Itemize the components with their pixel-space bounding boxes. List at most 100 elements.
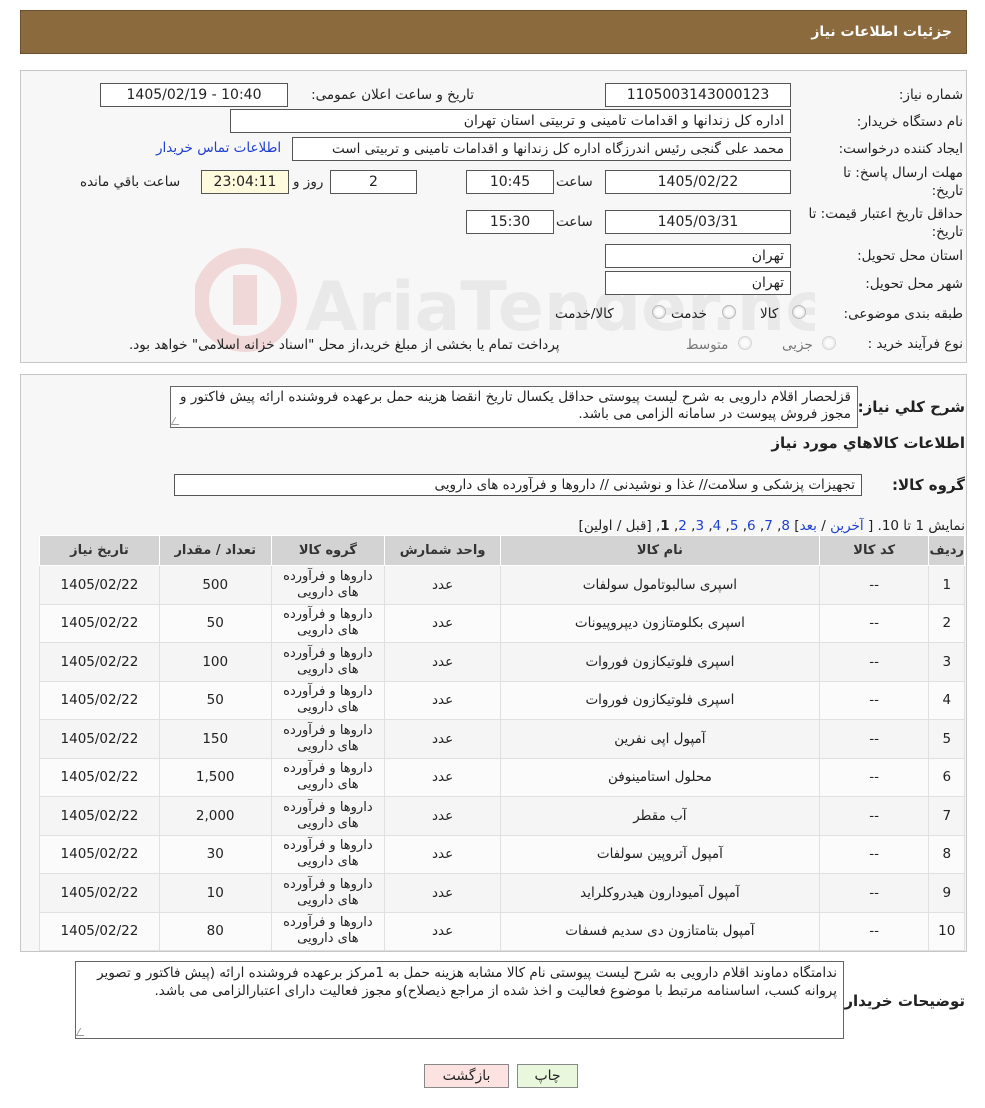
creator-field: محمد علی گنجی رئیس اندرزگاه اداره کل زند… (292, 137, 791, 161)
items-table: ردیف کد کالا نام کالا واحد شمارش گروه کا… (39, 535, 965, 951)
cell-row-number: 10 (928, 911, 965, 951)
cell-item-code: -- (818, 834, 930, 874)
cell-item-name: اسپری فلوتیکازون فوروات (499, 642, 820, 682)
group-label: گروه کالا: (892, 476, 965, 494)
page-link-4[interactable]: 4 (713, 518, 722, 534)
resize-grip-icon[interactable] (170, 417, 184, 425)
cell-item-name: اسپری سالبوتامول سولفات (499, 565, 820, 605)
validity-time-field: 15:30 (466, 210, 554, 234)
table-row: 7 -- آب مقطر عدد داروها و فرآورده های دا… (39, 796, 965, 836)
table-row: 3 -- اسپری فلوتیکازون فوروات عدد داروها … (39, 642, 965, 682)
cell-unit: عدد (384, 642, 501, 682)
process-note: پرداخت تمام یا بخشی از مبلغ خرید،از محل … (129, 337, 560, 353)
process-option-minor: جزیی (782, 337, 813, 353)
category-option-goods: کالا (760, 306, 779, 322)
city-label: شهر محل تحویل: (865, 276, 963, 292)
cell-need-date: 1405/02/22 (39, 603, 160, 643)
buyer-label: نام دستگاه خریدار: (856, 114, 963, 130)
cell-quantity: 2,000 (158, 796, 272, 836)
category-radio-service[interactable] (722, 305, 736, 319)
table-row: 5 -- آمپول اپی نفرین عدد داروها و فرآورد… (39, 719, 965, 759)
cell-item-code: -- (818, 565, 930, 605)
cell-row-number: 1 (928, 565, 965, 605)
cell-need-date: 1405/02/22 (39, 680, 160, 720)
col-header-need-date[interactable]: تاریخ نیاز (39, 535, 160, 566)
cell-row-number: 2 (928, 603, 965, 643)
cell-row-number: 4 (928, 680, 965, 720)
col-header-row-number[interactable]: ردیف (928, 535, 965, 566)
validity-time-label: ساعت (556, 214, 593, 230)
cell-item-code: -- (818, 719, 930, 759)
cell-need-date: 1405/02/22 (39, 642, 160, 682)
buyer-notes-label: توضیحات خریدار: (838, 992, 965, 1010)
cell-group: داروها و فرآورده های دارویی (270, 565, 386, 605)
table-row: 6 -- محلول استامینوفن عدد داروها و فرآور… (39, 757, 965, 797)
need-number-field: 1105003143000123 (605, 83, 791, 107)
description-textarea[interactable]: قزلحصار اقلام دارویی به شرح لیست پیوستی … (170, 386, 858, 428)
category-radio-goods-service[interactable] (652, 305, 666, 319)
table-row: 8 -- آمپول آتروپین سولفات عدد داروها و ف… (39, 834, 965, 874)
buyer-notes-text: ندامتگاه دماوند اقلام دارویی به شرح لیست… (97, 965, 837, 999)
creator-label: ایجاد کننده درخواست: (838, 141, 963, 157)
cell-unit: عدد (384, 719, 501, 759)
cell-need-date: 1405/02/22 (39, 796, 160, 836)
cell-unit: عدد (384, 680, 501, 720)
cell-item-code: -- (818, 680, 930, 720)
category-option-goods-service: کالا/خدمت (555, 306, 614, 322)
cell-item-code: -- (818, 642, 930, 682)
cell-group: داروها و فرآورده های دارویی (270, 834, 386, 874)
table-row: 2 -- اسپری بکلومتازون دیپروپیونات عدد دا… (39, 603, 965, 643)
cell-item-code: -- (818, 757, 930, 797)
announce-field: 1405/02/19 - 10:40 (100, 83, 288, 107)
buyer-notes-textarea[interactable]: ندامتگاه دماوند اقلام دارویی به شرح لیست… (75, 961, 844, 1039)
cell-item-code: -- (818, 911, 930, 951)
page-link-2[interactable]: 2 (678, 518, 687, 534)
cell-need-date: 1405/02/22 (39, 911, 160, 951)
resize-grip-icon[interactable] (75, 1028, 89, 1036)
cell-item-name: آمپول اپی نفرین (499, 719, 820, 759)
category-radio-goods[interactable] (792, 305, 806, 319)
cell-need-date: 1405/02/22 (39, 565, 160, 605)
province-field: تهران (605, 244, 791, 268)
page-header: جزئیات اطلاعات نیاز (20, 10, 967, 54)
cell-group: داروها و فرآورده های دارویی (270, 680, 386, 720)
cell-unit: عدد (384, 565, 501, 605)
cell-need-date: 1405/02/22 (39, 873, 160, 913)
page-link-5[interactable]: 5 (730, 518, 739, 534)
page-link-7[interactable]: 7 (764, 518, 773, 534)
col-header-quantity[interactable]: تعداد / مقدار (158, 535, 272, 566)
process-radio-medium[interactable] (738, 336, 752, 350)
cell-row-number: 6 (928, 757, 965, 797)
col-header-item-code[interactable]: کد کالا (818, 535, 930, 566)
cell-group: داروها و فرآورده های دارویی (270, 719, 386, 759)
page-link-8[interactable]: 8 (781, 518, 790, 534)
deadline-time-label: ساعت (556, 174, 593, 190)
remaining-time-field: 23:04:11 (201, 170, 289, 194)
table-row: 1 -- اسپری سالبوتامول سولفات عدد داروها … (39, 565, 965, 605)
page-link-6[interactable]: 6 (747, 518, 756, 534)
col-header-unit[interactable]: واحد شمارش (384, 535, 501, 566)
announce-label: تاریخ و ساعت اعلان عمومی: (311, 87, 474, 103)
process-radio-minor[interactable] (822, 336, 836, 350)
page-link-3[interactable]: 3 (695, 518, 704, 534)
cell-quantity: 80 (158, 911, 272, 951)
remaining-label: ساعت باقي مانده (80, 174, 181, 190)
description-label: شرح کلي نياز: (857, 398, 965, 416)
days-label: روز و (293, 174, 324, 190)
col-header-group[interactable]: گروه کالا (270, 535, 386, 566)
back-button[interactable]: بازگشت (424, 1064, 509, 1088)
city-field: تهران (605, 271, 791, 295)
cell-quantity: 500 (158, 565, 272, 605)
cell-row-number: 3 (928, 642, 965, 682)
col-header-item-name[interactable]: نام کالا (499, 535, 820, 566)
page-next-link[interactable]: بعد (800, 518, 817, 534)
cell-unit: عدد (384, 834, 501, 874)
validity-date-field: 1405/03/31 (605, 210, 791, 234)
cell-unit: عدد (384, 603, 501, 643)
cell-row-number: 5 (928, 719, 965, 759)
buyer-contact-link[interactable]: اطلاعات تماس خریدار (156, 140, 281, 156)
pagination-suffix: [قبل / اولین] (578, 518, 652, 534)
table-row: 9 -- آمپول آمیودارون هیدروکلراید عدد دار… (39, 873, 965, 913)
print-button[interactable]: چاپ (517, 1064, 578, 1088)
page-last-link[interactable]: آخرین (830, 518, 864, 534)
